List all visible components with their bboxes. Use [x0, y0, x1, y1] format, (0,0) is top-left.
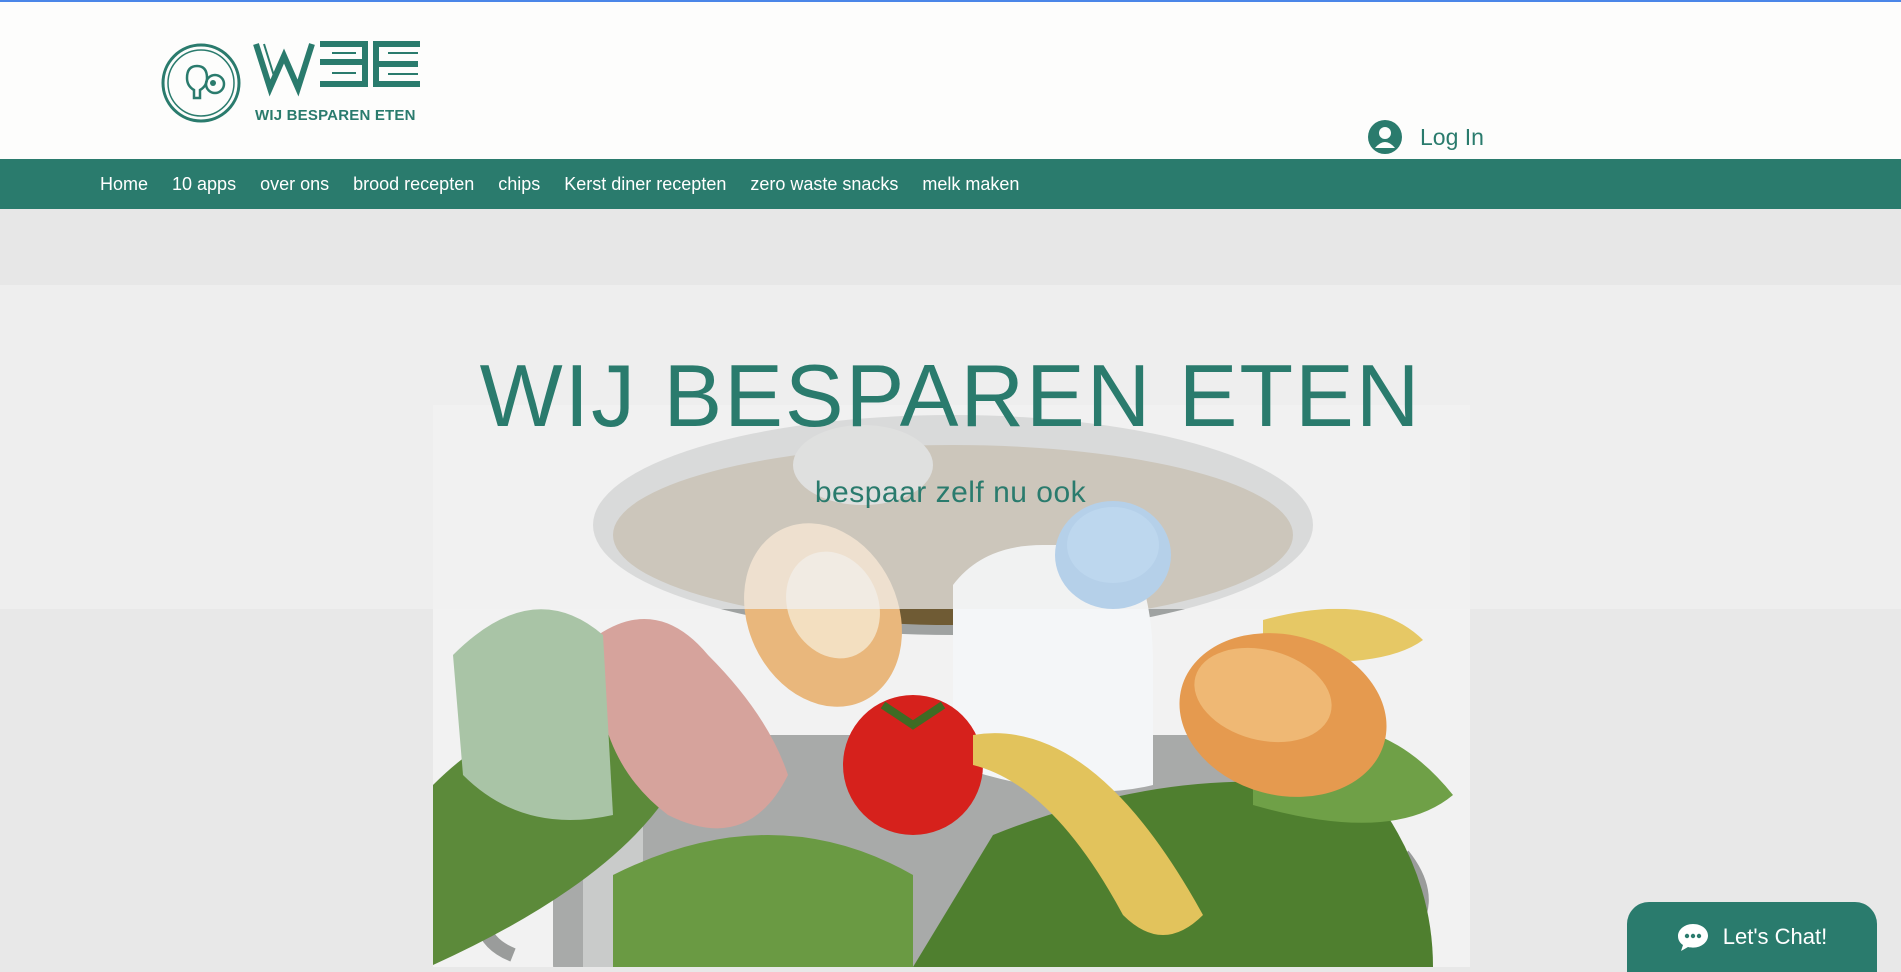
- chat-button[interactable]: Let's Chat!: [1627, 902, 1877, 972]
- login-label: Log In: [1420, 123, 1484, 150]
- user-avatar-icon: [1368, 120, 1402, 154]
- chat-label: Let's Chat!: [1722, 924, 1828, 949]
- login-button[interactable]: Log In: [1368, 116, 1484, 158]
- hero-subtitle: bespaar zelf nu ook: [814, 476, 1087, 509]
- hero-title: WIJ BESPAREN ETEN: [479, 346, 1422, 445]
- nav-item-melk-maken[interactable]: melk maken: [910, 174, 1031, 195]
- nav-item-over-ons[interactable]: over ons: [248, 174, 341, 195]
- chat-bubble-icon: [1677, 924, 1708, 951]
- nav-item-home[interactable]: Home: [88, 174, 160, 195]
- nav-item-brood-recepten[interactable]: brood recepten: [341, 174, 486, 195]
- nav-item-zero-waste-snacks[interactable]: zero waste snacks: [738, 174, 910, 195]
- nav-item-kerst-diner-recepten[interactable]: Kerst diner recepten: [552, 174, 738, 195]
- nav-item-10-apps[interactable]: 10 apps: [160, 174, 248, 195]
- main-nav: Home 10 apps over ons brood recepten chi…: [0, 159, 1901, 209]
- site-logo[interactable]: WIJ BESPAREN ETEN: [160, 38, 500, 134]
- site-header: WIJ BESPAREN ETEN Log In: [0, 2, 1901, 159]
- nav-item-chips[interactable]: chips: [486, 174, 552, 195]
- logo-tagline: WIJ BESPAREN ETEN: [255, 107, 416, 124]
- hero-top-band: [0, 209, 1901, 285]
- hero-overlay: [0, 285, 1901, 609]
